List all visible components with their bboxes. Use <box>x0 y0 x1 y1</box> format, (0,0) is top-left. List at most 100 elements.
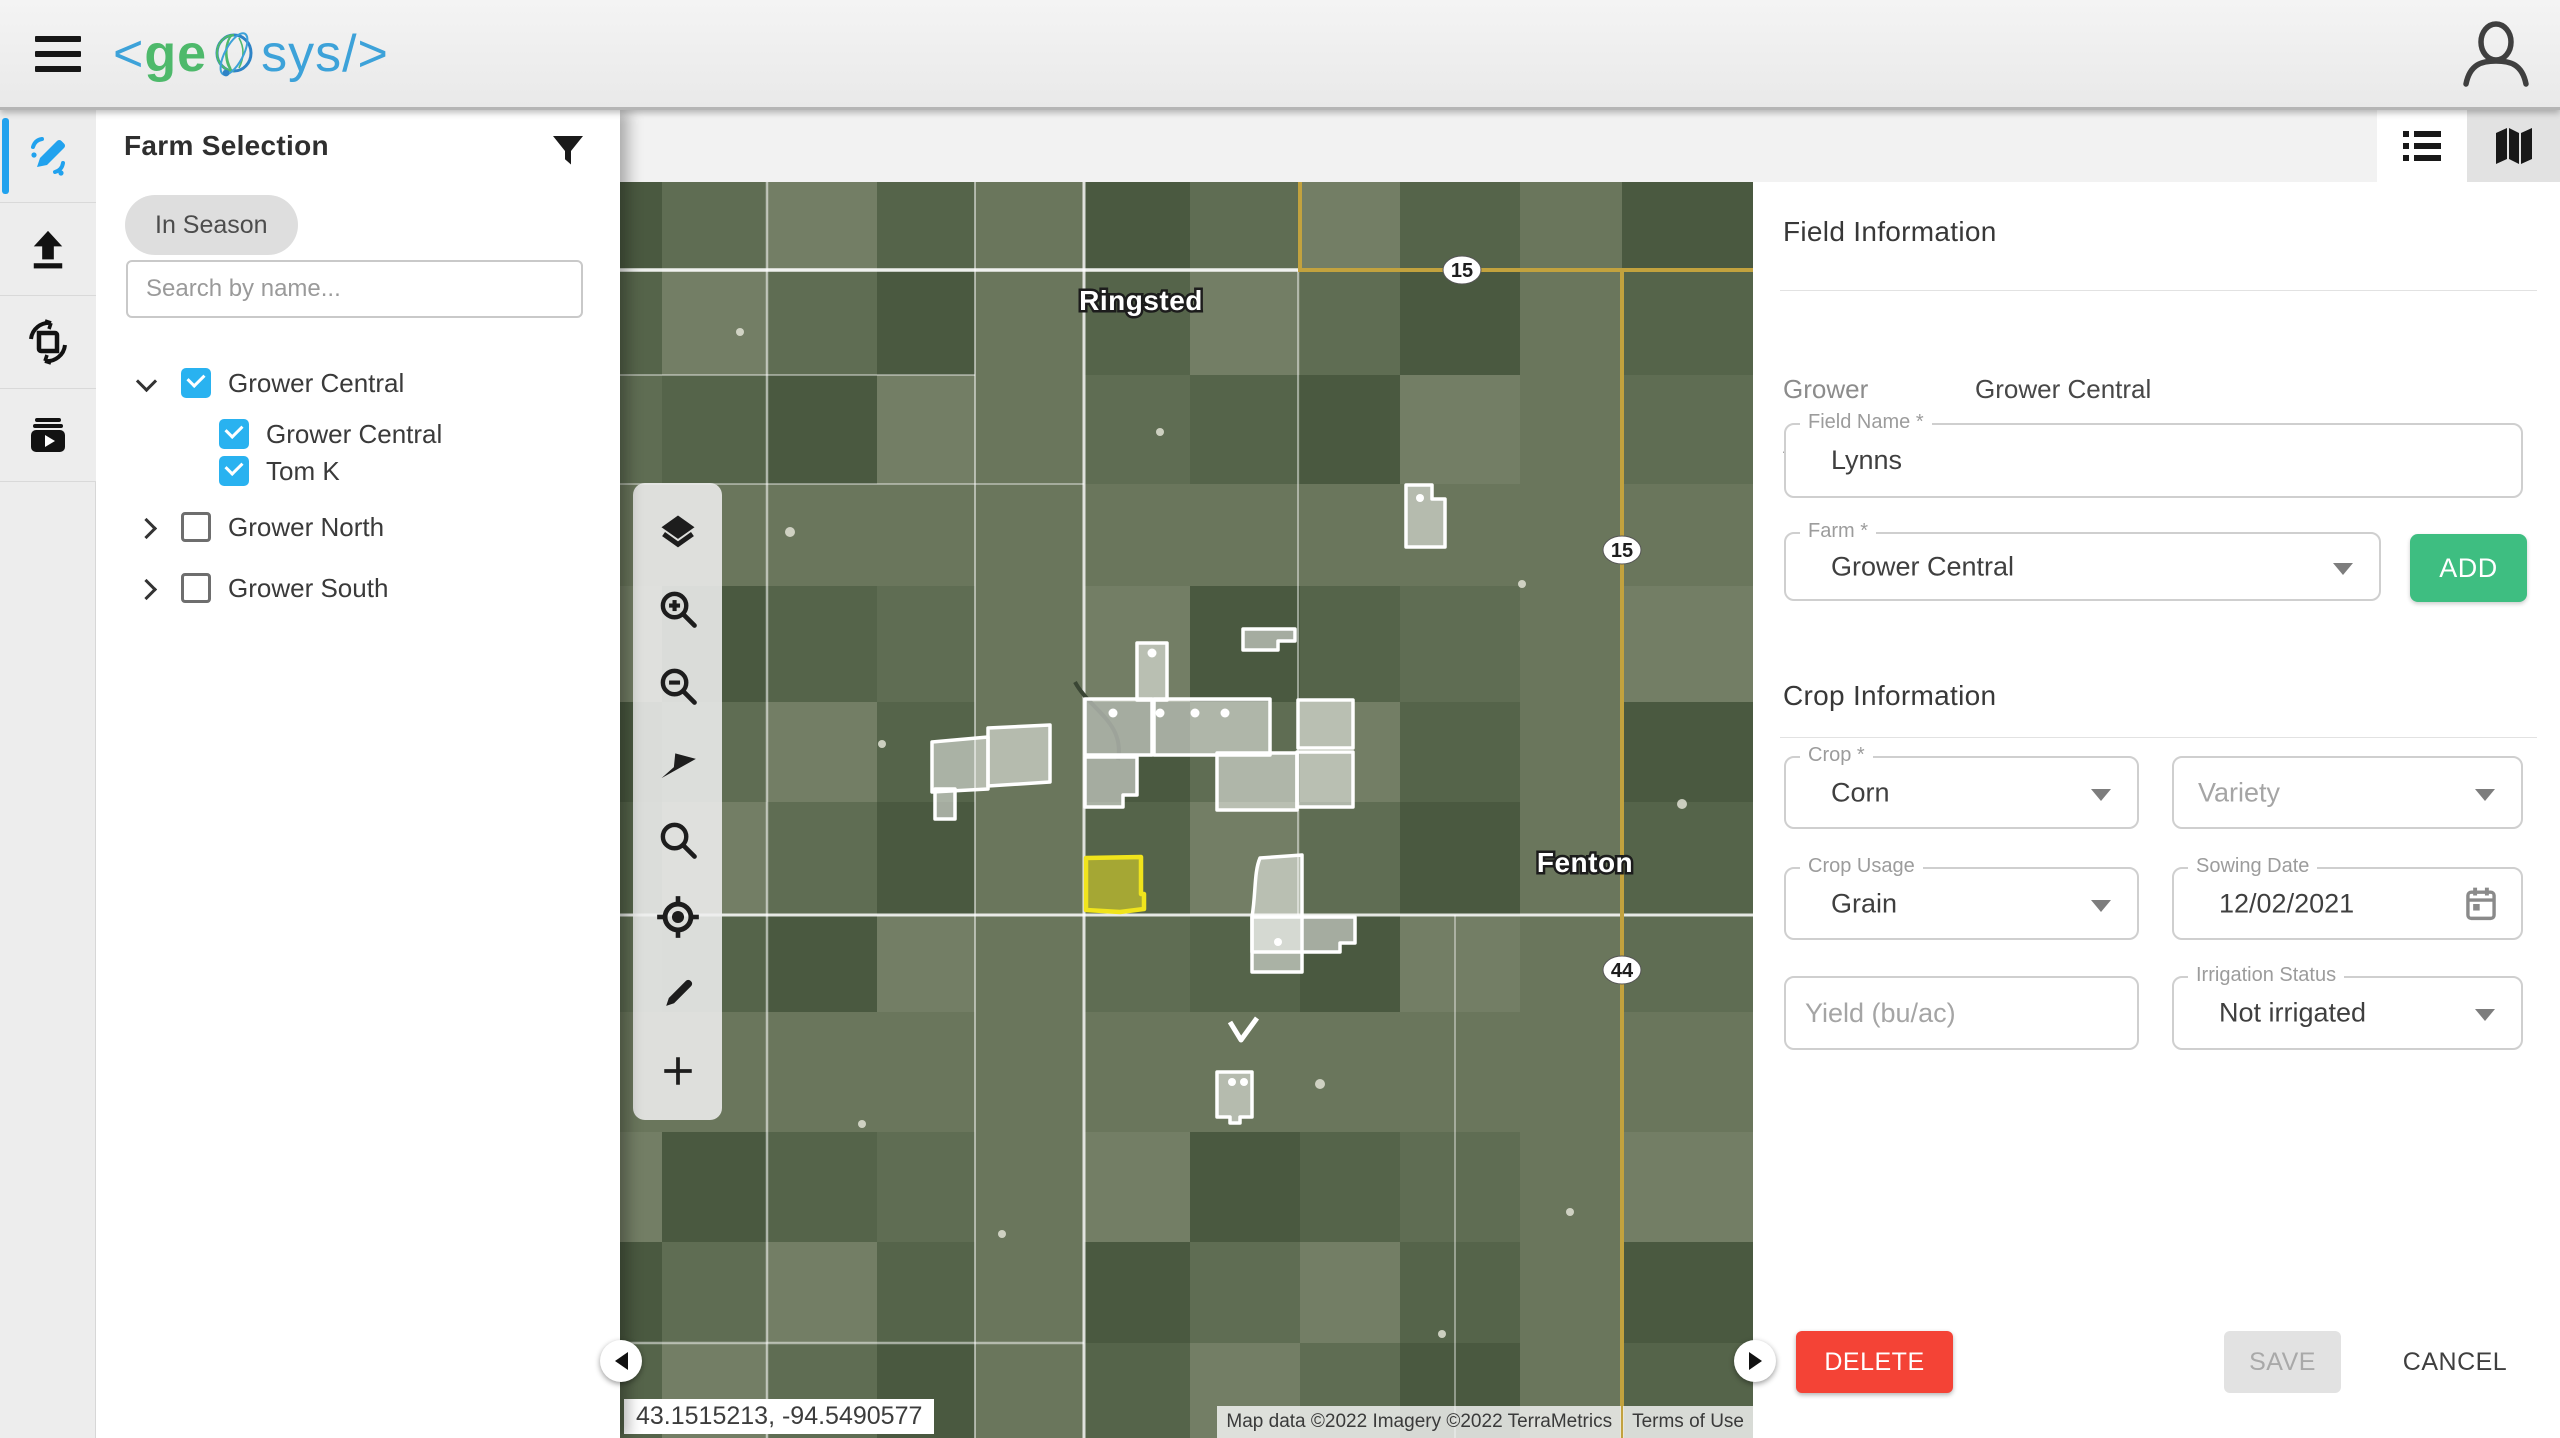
map-coordinates: 43.1515213, -94.5490577 <box>624 1399 935 1434</box>
checkbox-grower-south[interactable] <box>181 573 211 603</box>
dropdown-icon <box>2475 788 2495 801</box>
dropdown-icon <box>2091 899 2111 912</box>
map-attribution: Map data ©2022 Imagery ©2022 TerraMetric… <box>1217 1406 1753 1438</box>
farm-select[interactable]: Farm * Grower Central <box>1784 520 2381 601</box>
dropdown-icon <box>2091 788 2111 801</box>
my-location-button[interactable] <box>648 887 708 947</box>
sidebar-item-data-archive[interactable] <box>0 389 96 482</box>
layers-button[interactable] <box>648 502 708 562</box>
add-button[interactable]: ADD <box>2410 534 2527 602</box>
in-season-chip[interactable]: In Season <box>125 195 298 255</box>
farm-selection-panel: Farm Selection In Season Grower Central … <box>96 110 620 1438</box>
tree-label: Grower Central <box>266 418 443 449</box>
app-header: < ge sys/> <box>0 0 2560 110</box>
yield-input[interactable] <box>1786 978 2137 1048</box>
tree-row-grower-north[interactable]: Grower North <box>136 507 384 547</box>
chevron-right-icon[interactable] <box>136 577 158 599</box>
calendar-icon[interactable] <box>2465 887 2497 921</box>
list-view-button[interactable] <box>2377 110 2467 182</box>
tree-label: Grower North <box>228 511 385 542</box>
grower-value: Grower Central <box>1975 374 2152 404</box>
checkbox-tom-k[interactable] <box>219 456 249 486</box>
selected-field-polygon[interactable] <box>1083 854 1147 915</box>
irrigation-value: Not irrigated <box>2219 997 2367 1028</box>
sidebar-item-draw-fields[interactable] <box>0 110 96 203</box>
farm-selection-title: Farm Selection <box>124 130 329 161</box>
crop-value: Corn <box>1831 777 1890 807</box>
sidebar-item-crop-rotate[interactable] <box>0 296 96 389</box>
field-name-input[interactable] <box>1786 425 2521 496</box>
checkbox-grower-north[interactable] <box>181 512 211 542</box>
search-icon <box>660 822 697 859</box>
save-button[interactable]: SAVE <box>2224 1331 2341 1393</box>
draw-button[interactable] <box>648 964 708 1024</box>
view-toggle <box>2377 110 2560 182</box>
expand-right-panel-button[interactable] <box>1734 1340 1776 1382</box>
dropdown-icon <box>2333 562 2353 575</box>
tree-row-grower-central[interactable]: Grower Central <box>136 363 404 403</box>
field-information-panel: Field Information Grower Grower Central … <box>1755 182 2560 1438</box>
terms-of-use-link[interactable]: Terms of Use <box>1623 1406 1753 1438</box>
map-view-icon <box>2495 128 2532 164</box>
sidebar-item-upload[interactable] <box>0 203 96 296</box>
map-canvas: Ringsted Fenton 15 15 44 <box>620 182 1753 1438</box>
town-label-fenton: Fenton <box>1537 847 1633 878</box>
tree-label: Grower Central <box>228 367 405 398</box>
chevron-right-icon <box>1748 1352 1762 1370</box>
hamburger-icon <box>35 50 81 57</box>
zoom-in-button[interactable] <box>648 579 708 639</box>
dropdown-icon <box>2475 1009 2495 1021</box>
highway-shield-44-label: 44 <box>1611 960 1634 982</box>
sowing-date-field[interactable]: Sowing Date 12/02/2021 <box>2172 855 2523 940</box>
data-archive-icon <box>31 418 65 452</box>
checkbox-grower-central[interactable] <box>181 368 211 398</box>
tree-row-grower-central-child[interactable]: Grower Central <box>219 414 442 454</box>
yield-fieldset <box>1784 976 2139 1050</box>
variety-placeholder: Variety <box>2198 777 2281 807</box>
field-name-fieldset: Field Name * <box>1784 411 2523 498</box>
filter-button[interactable] <box>548 132 588 172</box>
logo-ge: ge <box>144 24 208 83</box>
divider <box>1780 290 2537 291</box>
search-input[interactable] <box>126 260 583 318</box>
draw-icon <box>665 980 692 1007</box>
sowing-date-label: Sowing Date <box>2188 855 2318 878</box>
grower-label: Grower <box>1783 374 1869 404</box>
farm-label: Farm * <box>1800 520 1876 543</box>
tree-row-grower-south[interactable]: Grower South <box>136 568 388 608</box>
hamburger-icon <box>35 65 81 72</box>
collapse-left-panel-button[interactable] <box>600 1340 642 1382</box>
chevron-right-icon[interactable] <box>136 516 158 538</box>
tree-row-tom-k[interactable]: Tom K <box>219 451 340 491</box>
checkbox-grower-central-child[interactable] <box>219 419 249 449</box>
cancel-button[interactable]: CANCEL <box>2380 1331 2530 1393</box>
logo-close-bracket: /> <box>342 24 389 83</box>
add-shape-button[interactable] <box>648 1041 708 1101</box>
zoom-out-icon <box>660 668 697 705</box>
delete-button[interactable]: DELETE <box>1796 1331 1953 1393</box>
zoom-in-icon <box>660 591 697 628</box>
map-view-button[interactable] <box>2467 110 2560 182</box>
user-profile-button[interactable] <box>2454 12 2538 96</box>
navigate-icon <box>661 753 696 779</box>
satellite-map[interactable]: Ringsted Fenton 15 15 44 43.1515213, -94… <box>620 182 1753 1438</box>
sowing-date-value: 12/02/2021 <box>2219 888 2355 918</box>
town-label-ringsted: Ringsted <box>1079 285 1203 316</box>
highway-shield-15a-label: 15 <box>1451 260 1473 282</box>
logo-sys: sys <box>261 24 343 83</box>
chevron-left-icon <box>614 1352 628 1370</box>
logo-open-bracket: < <box>113 24 145 83</box>
zoom-out-button[interactable] <box>648 656 708 716</box>
crop-usage-select[interactable]: Crop Usage Grain <box>1784 855 2139 940</box>
layers-icon <box>661 515 694 547</box>
search-map-button[interactable] <box>648 810 708 870</box>
upload-icon <box>33 230 63 269</box>
crop-usage-value: Grain <box>1831 888 1898 918</box>
chevron-down-icon[interactable] <box>136 372 158 394</box>
add-shape-icon <box>663 1057 692 1086</box>
navigate-button[interactable] <box>648 733 708 793</box>
irrigation-select[interactable]: Irrigation Status Not irrigated <box>2172 964 2523 1050</box>
hamburger-menu-button[interactable] <box>35 35 81 72</box>
variety-select[interactable]: Variety <box>2172 756 2523 829</box>
crop-select[interactable]: Crop * Corn <box>1784 744 2139 829</box>
